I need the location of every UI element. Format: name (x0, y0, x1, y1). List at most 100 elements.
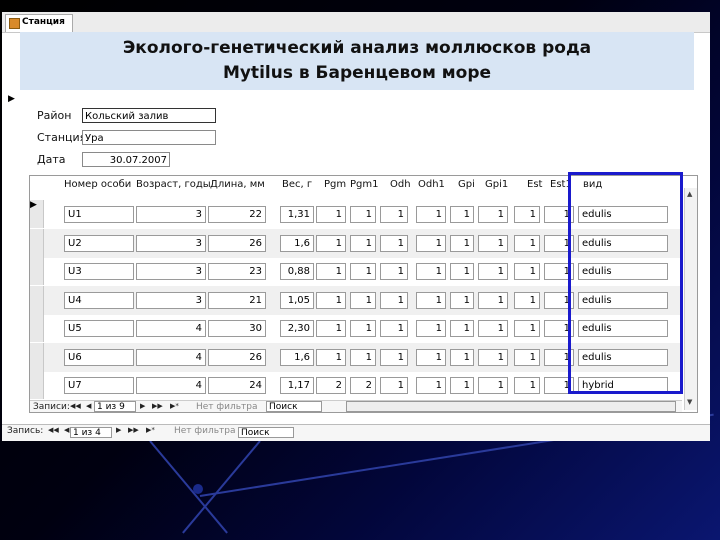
cell-est1[interactable]: 1 (544, 348, 574, 366)
cell-pgm[interactable]: 1 (316, 206, 346, 223)
cell-gpi[interactable]: 1 (450, 377, 474, 394)
cell-pgm[interactable]: 2 (316, 377, 346, 394)
cell-odh1[interactable]: 1 (416, 263, 446, 280)
cell-age[interactable]: 4 (136, 320, 206, 337)
row-selector[interactable] (30, 285, 44, 314)
cell-gpi[interactable]: 1 (450, 234, 474, 252)
cell-gpi[interactable]: 1 (450, 320, 474, 337)
cell-age[interactable]: 3 (136, 263, 206, 280)
next-record-icon[interactable]: ▶ (140, 402, 145, 410)
mainnav-filter[interactable]: Нет фильтра (174, 426, 235, 436)
cell-gpi[interactable]: 1 (450, 291, 474, 309)
main-last-record-icon[interactable]: ▶▶ (128, 426, 139, 434)
cell-gpi1[interactable]: 1 (478, 206, 508, 223)
cell-length[interactable]: 22 (208, 206, 266, 223)
cell-odh[interactable]: 1 (380, 377, 408, 394)
cell-species[interactable]: edulis (578, 348, 668, 366)
cell-est[interactable]: 1 (514, 348, 540, 366)
cell-weight[interactable]: 1,6 (280, 348, 314, 366)
cell-length[interactable]: 30 (208, 320, 266, 337)
cell-length[interactable]: 21 (208, 291, 266, 309)
cell-odh1[interactable]: 1 (416, 320, 446, 337)
cell-odh[interactable]: 1 (380, 348, 408, 366)
row-selector[interactable] (30, 257, 44, 285)
cell-number[interactable]: U2 (64, 234, 134, 252)
cell-length[interactable]: 26 (208, 348, 266, 366)
vertical-scrollbar[interactable]: ▲ ▼ (684, 188, 697, 410)
cell-est1[interactable]: 1 (544, 377, 574, 394)
subnav-search[interactable]: Поиск (266, 401, 322, 412)
cell-weight[interactable]: 2,30 (280, 320, 314, 337)
tab-station[interactable]: Станция (5, 14, 73, 32)
row-selector[interactable] (30, 342, 44, 371)
cell-est1[interactable]: 1 (544, 291, 574, 309)
cell-gpi1[interactable]: 1 (478, 234, 508, 252)
cell-est1[interactable]: 1 (544, 263, 574, 280)
scroll-up-icon[interactable]: ▲ (687, 190, 692, 198)
cell-species[interactable]: edulis (578, 206, 668, 223)
table-row[interactable]: ▶ U1 3 22 1,31 1 1 1 1 1 1 1 1 edulis (30, 200, 682, 229)
cell-odh[interactable]: 1 (380, 320, 408, 337)
new-record-icon[interactable]: ▶* (170, 402, 179, 410)
table-row[interactable]: U2 3 26 1,6 1 1 1 1 1 1 1 1 edulis (30, 228, 682, 258)
cell-pgm[interactable]: 1 (316, 291, 346, 309)
cell-pgm[interactable]: 1 (316, 320, 346, 337)
cell-pgm1[interactable]: 1 (350, 320, 376, 337)
table-row[interactable]: U6 4 26 1,6 1 1 1 1 1 1 1 1 edulis (30, 342, 682, 372)
date-field[interactable]: 30.07.2007 (82, 152, 170, 167)
cell-odh1[interactable]: 1 (416, 291, 446, 309)
cell-gpi1[interactable]: 1 (478, 348, 508, 366)
cell-est[interactable]: 1 (514, 206, 540, 223)
cell-length[interactable]: 24 (208, 377, 266, 394)
subnav-filter[interactable]: Нет фильтра (196, 402, 257, 412)
cell-odh[interactable]: 1 (380, 206, 408, 223)
cell-species[interactable]: edulis (578, 320, 668, 337)
cell-age[interactable]: 4 (136, 377, 206, 394)
cell-pgm1[interactable]: 1 (350, 291, 376, 309)
cell-est[interactable]: 1 (514, 320, 540, 337)
cell-species[interactable]: edulis (578, 234, 668, 252)
main-first-record-icon[interactable]: ◀◀ (48, 426, 59, 434)
cell-est[interactable]: 1 (514, 377, 540, 394)
cell-age[interactable]: 3 (136, 206, 206, 223)
cell-pgm[interactable]: 1 (316, 263, 346, 280)
scroll-down-icon[interactable]: ▼ (687, 398, 692, 406)
cell-odh[interactable]: 1 (380, 263, 408, 280)
cell-weight[interactable]: 1,31 (280, 206, 314, 223)
cell-est1[interactable]: 1 (544, 320, 574, 337)
station-field[interactable]: Ура (82, 130, 216, 145)
cell-est[interactable]: 1 (514, 291, 540, 309)
cell-pgm1[interactable]: 1 (350, 234, 376, 252)
cell-gpi[interactable]: 1 (450, 263, 474, 280)
cell-length[interactable]: 26 (208, 234, 266, 252)
main-new-record-icon[interactable]: ▶* (146, 426, 155, 434)
cell-odh[interactable]: 1 (380, 291, 408, 309)
cell-number[interactable]: U5 (64, 320, 134, 337)
row-selector[interactable]: ▶ (30, 200, 44, 228)
row-selector[interactable] (30, 228, 44, 257)
cell-number[interactable]: U1 (64, 206, 134, 223)
cell-pgm1[interactable]: 2 (350, 377, 376, 394)
cell-weight[interactable]: 1,05 (280, 291, 314, 309)
district-field[interactable]: Кольский залив (82, 108, 216, 123)
main-next-record-icon[interactable]: ▶ (116, 426, 121, 434)
cell-pgm[interactable]: 1 (316, 348, 346, 366)
cell-number[interactable]: U4 (64, 291, 134, 309)
cell-odh1[interactable]: 1 (416, 348, 446, 366)
cell-gpi1[interactable]: 1 (478, 320, 508, 337)
cell-weight[interactable]: 0,88 (280, 263, 314, 280)
cell-est[interactable]: 1 (514, 263, 540, 280)
cell-number[interactable]: U7 (64, 377, 134, 394)
table-row[interactable]: U5 4 30 2,30 1 1 1 1 1 1 1 1 edulis (30, 314, 682, 343)
cell-species[interactable]: hybrid (578, 377, 668, 394)
cell-species[interactable]: edulis (578, 291, 668, 309)
table-row[interactable]: U4 3 21 1,05 1 1 1 1 1 1 1 1 edulis (30, 285, 682, 315)
cell-est[interactable]: 1 (514, 234, 540, 252)
cell-number[interactable]: U3 (64, 263, 134, 280)
mainnav-position[interactable]: 1 из 4 (70, 427, 112, 438)
record-selector-icon[interactable]: ▶ (8, 94, 15, 104)
subnav-position[interactable]: 1 из 9 (94, 401, 136, 412)
cell-age[interactable]: 3 (136, 291, 206, 309)
row-selector[interactable] (30, 314, 44, 342)
cell-odh[interactable]: 1 (380, 234, 408, 252)
